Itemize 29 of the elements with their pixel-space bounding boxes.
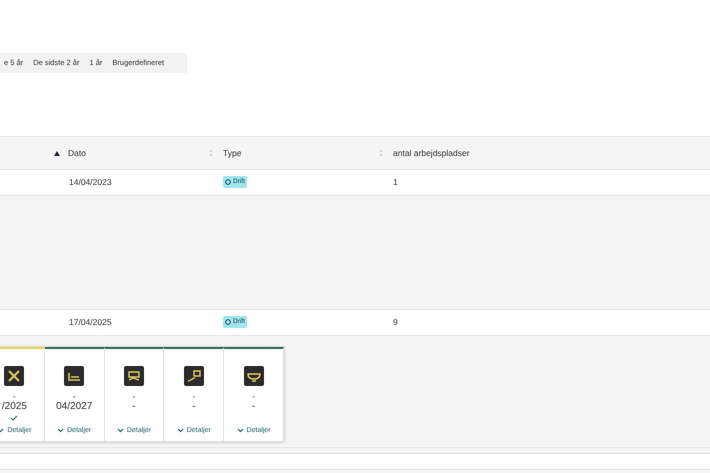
card-text: - bbox=[72, 392, 76, 401]
sort-ascending-icon[interactable] bbox=[54, 150, 60, 156]
chevron-down-icon bbox=[236, 428, 244, 434]
card-text: - bbox=[132, 401, 136, 413]
sort-icon[interactable] bbox=[209, 149, 213, 157]
card-text: 04/2027 bbox=[56, 401, 92, 413]
table-cell-text: 1 bbox=[393, 176, 399, 189]
card-text: - bbox=[192, 401, 196, 413]
column-header[interactable]: antal arbejdspladser bbox=[393, 146, 470, 160]
sort-icon[interactable] bbox=[379, 149, 383, 157]
card-text: - bbox=[192, 392, 196, 401]
chevron-down-icon bbox=[57, 428, 64, 434]
status-circle-icon bbox=[225, 179, 231, 186]
card-text: - bbox=[13, 392, 16, 401]
chevron-down-icon bbox=[0, 428, 4, 434]
tools-icon bbox=[4, 366, 24, 386]
column-header[interactable]: Type bbox=[223, 146, 242, 160]
column-header[interactable]: Dato bbox=[68, 146, 86, 160]
table-cell-text: 14/04/2023 bbox=[68, 176, 113, 189]
status-circle-icon bbox=[225, 319, 231, 326]
table-cell-text: 9 bbox=[393, 316, 399, 329]
bowl-icon bbox=[244, 366, 264, 386]
chevron-down-icon bbox=[176, 428, 184, 434]
chevron-down-icon bbox=[116, 428, 124, 434]
card-text: /2025 bbox=[2, 401, 27, 413]
card-text: - bbox=[252, 392, 255, 401]
card-text: - bbox=[132, 392, 136, 401]
card-text: - bbox=[252, 401, 256, 413]
table-cell-text: 17/04/2025 bbox=[68, 316, 113, 329]
